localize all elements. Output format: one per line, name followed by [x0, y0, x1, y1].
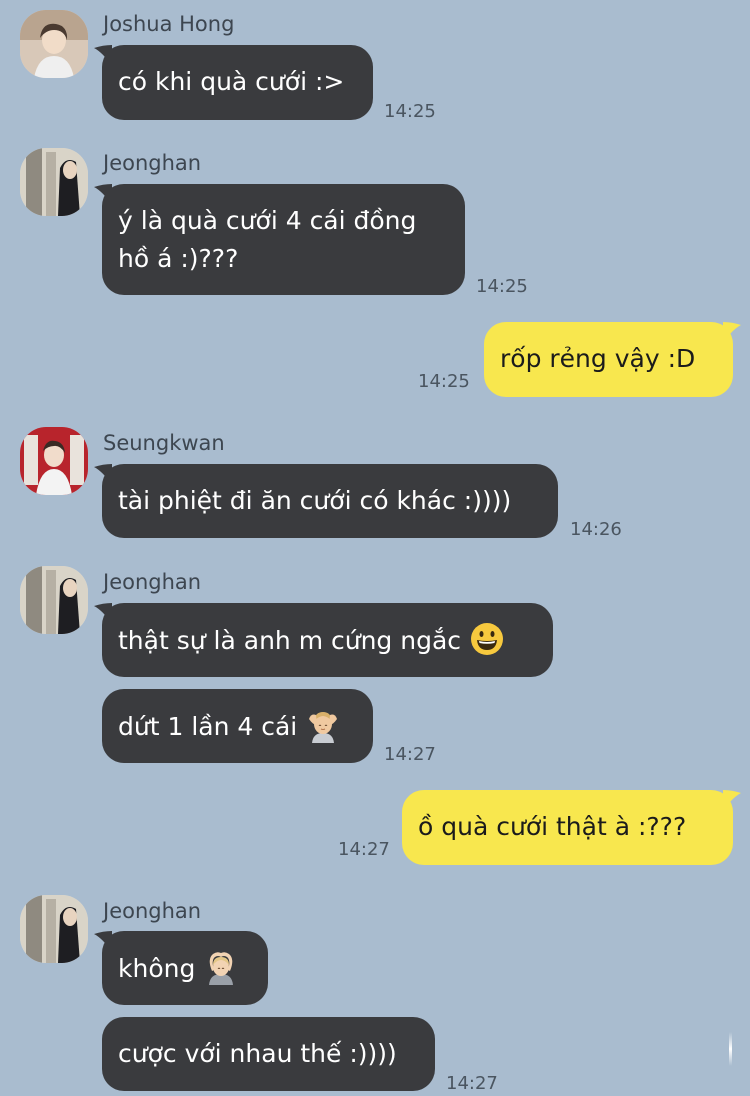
message-text: dứt 1 lần 4 cái	[118, 712, 298, 741]
grinning-face-emoji	[469, 621, 505, 657]
person-massage-emoji	[305, 707, 341, 743]
sender-name: Jeonghan	[103, 151, 202, 175]
bubble-tail	[723, 322, 741, 344]
message-time: 14:27	[338, 839, 390, 860]
message-text: thật sự là anh m cứng ngắc	[118, 626, 462, 655]
sender-name: Joshua Hong	[103, 12, 235, 36]
bubble-tail	[723, 790, 741, 812]
sender-name: Jeonghan	[103, 570, 202, 594]
message-bubble[interactable]: tài phiệt đi ăn cưới có khác :))))	[102, 464, 558, 538]
message-time: 14:26	[570, 519, 622, 540]
sender-name: Jeonghan	[103, 899, 202, 923]
message-bubble-outgoing[interactable]: rốp rẻng vậy :D	[484, 322, 733, 397]
message-text: ồ quà cưới thật à :???	[418, 812, 687, 841]
avatar-seungkwan[interactable]	[20, 427, 88, 495]
bubble-tail	[94, 931, 112, 953]
avatar-jeonghan[interactable]	[20, 895, 88, 963]
scroll-indicator	[729, 1032, 732, 1066]
message-bubble[interactable]: ý là quà cưới 4 cái đồng hồ á :)???	[102, 184, 465, 295]
avatar-jeonghan[interactable]	[20, 148, 88, 216]
message-bubble[interactable]: không	[102, 931, 268, 1005]
message-time: 14:27	[446, 1073, 498, 1094]
message-text: rốp rẻng vậy :D	[500, 344, 696, 373]
message-bubble[interactable]: thật sự là anh m cứng ngắc	[102, 603, 553, 677]
avatar-joshua-hong[interactable]	[20, 10, 88, 78]
sender-name: Seungkwan	[103, 431, 225, 455]
message-text: hồ á :)???	[118, 244, 239, 273]
message-text: cược với nhau thế :))))	[118, 1039, 397, 1068]
message-bubble[interactable]: có khi quà cưới :>	[102, 45, 373, 120]
person-gesturing-ok-emoji	[203, 949, 239, 985]
message-time: 14:27	[384, 744, 436, 765]
message-bubble[interactable]: cược với nhau thế :))))	[102, 1017, 435, 1091]
message-bubble[interactable]: dứt 1 lần 4 cái	[102, 689, 373, 763]
bubble-tail	[94, 464, 112, 486]
message-time: 14:25	[476, 276, 528, 297]
bubble-tail	[94, 45, 112, 67]
message-text: tài phiệt đi ăn cưới có khác :))))	[118, 486, 512, 515]
message-text: ý là quà cưới 4 cái đồng	[118, 206, 417, 235]
bubble-tail	[94, 603, 112, 625]
message-text: không	[118, 954, 196, 983]
message-time: 14:25	[418, 371, 470, 392]
message-time: 14:25	[384, 101, 436, 122]
message-bubble-outgoing[interactable]: ồ quà cưới thật à :???	[402, 790, 733, 865]
avatar-jeonghan[interactable]	[20, 566, 88, 634]
message-text: có khi quà cưới :>	[118, 67, 345, 96]
bubble-tail	[94, 184, 112, 206]
